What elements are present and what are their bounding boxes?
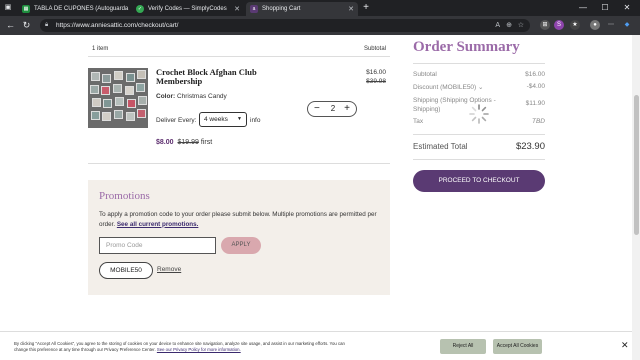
url-text: https://www.anniesattic.com/checkout/car…: [56, 22, 179, 29]
tab-shopping-cart[interactable]: a Shopping Cart ✕: [246, 2, 358, 16]
decrease-quantity-button[interactable]: −: [314, 102, 320, 116]
close-icon[interactable]: ✕: [230, 5, 240, 13]
product-price: $8.00 $19.99 first: [156, 139, 212, 146]
price-now: $8.00: [156, 139, 174, 146]
product-color: Color: Christmas Candy: [156, 93, 227, 100]
cart-header: 1 item Subtotal: [88, 43, 390, 57]
extension-icon[interactable]: ⊞: [540, 20, 550, 30]
product-image[interactable]: [88, 68, 148, 128]
scrollbar-thumb[interactable]: [633, 95, 639, 235]
close-icon[interactable]: ✕: [621, 340, 629, 351]
all-promotions-link[interactable]: See all current promotions.: [117, 221, 199, 228]
copilot-icon[interactable]: ◆: [622, 20, 632, 30]
summary-shipping-value: $11.90: [525, 100, 545, 107]
price-was: $19.99: [177, 139, 199, 146]
privacy-policy-link[interactable]: See our Privacy Policy for more informat…: [157, 347, 241, 352]
minimize-icon[interactable]: —: [573, 2, 593, 14]
estimated-total-label: Estimated Total: [413, 142, 468, 151]
promotions-panel: Promotions To apply a promotion code to …: [88, 180, 390, 295]
order-summary-title: Order Summary: [413, 39, 520, 55]
back-icon[interactable]: ←: [4, 19, 17, 32]
summary-discount-row: Discount (MOBILE50) ⌄ -$4.00: [413, 83, 545, 91]
simplycodes-icon[interactable]: S: [554, 20, 564, 30]
quantity-value[interactable]: 2: [328, 102, 338, 116]
summary-shipping-label: Shipping (Shipping Options - Shipping): [413, 97, 496, 113]
sheets-icon: ▦: [22, 5, 30, 13]
price-suffix: first: [200, 139, 213, 146]
summary-subtotal-row: Subtotal $16.00: [413, 71, 545, 78]
tab-verify-codes[interactable]: ✓ Verify Codes — SimplyCodes ✕: [132, 2, 244, 16]
caret-down-icon: ▼: [237, 116, 242, 122]
promotions-text: To apply a promotion code to your order …: [99, 210, 379, 229]
tab-title: Shopping Cart: [262, 6, 301, 12]
promo-code-input[interactable]: Promo Code: [99, 237, 216, 254]
increase-quantity-button[interactable]: +: [344, 102, 350, 116]
window-close-icon[interactable]: ✕: [617, 2, 637, 14]
line-subtotal: $16.00 $39.98: [350, 68, 386, 86]
zoom-icon[interactable]: ⊕: [506, 19, 512, 32]
deliver-frequency-value: 4 weeks: [204, 116, 228, 123]
tab-title: TABLA DE CUPONES (Autoguarda: [34, 6, 129, 12]
cookie-text: By clicking "Accept All Cookies", you ag…: [14, 341, 354, 353]
read-aloud-icon[interactable]: A: [495, 19, 500, 32]
favorite-icon[interactable]: ☆: [518, 19, 524, 32]
item-count: 1 item: [92, 46, 109, 52]
divider: [413, 134, 545, 135]
tab-bar: ▣ ▦ TABLA DE CUPONES (Autoguarda ✕ ✓ Ver…: [0, 0, 640, 16]
estimated-total-value: $23.90: [515, 141, 545, 152]
cart-page: 1 item Subtotal Crochet Block Afghan Clu…: [0, 35, 632, 360]
divider: [88, 163, 390, 164]
summary-subtotal-label: Subtotal: [413, 71, 437, 78]
divider: [413, 159, 545, 160]
summary-tax-label: Tax: [413, 118, 424, 125]
maximize-icon[interactable]: ☐: [595, 2, 615, 14]
accept-all-cookies-button[interactable]: Accept All Cookies: [493, 339, 542, 354]
deliver-every-label: Deliver Every:: [156, 117, 197, 124]
summary-tax-value: TBD: [532, 118, 545, 125]
info-link[interactable]: info: [250, 117, 260, 124]
estimated-total-row: Estimated Total $23.90: [413, 141, 545, 152]
color-value: Christmas Candy: [176, 93, 227, 100]
lock-icon: 🔒︎: [45, 22, 49, 28]
new-tab-icon[interactable]: +: [360, 2, 372, 14]
deliver-frequency-select[interactable]: 4 weeks ▼: [199, 112, 247, 127]
page-scrollbar[interactable]: [632, 35, 640, 360]
apply-button[interactable]: APPLY: [221, 237, 261, 254]
annies-icon: a: [250, 5, 258, 13]
close-icon[interactable]: ✕: [128, 5, 130, 13]
cookie-banner: By clicking "Accept All Cookies", you ag…: [0, 331, 632, 360]
product-title[interactable]: Crochet Block Afghan Club Membership: [156, 68, 296, 86]
remove-promo-link[interactable]: Remove: [157, 266, 181, 273]
applied-promo-code: MOBILE50: [99, 262, 153, 279]
color-label: Color:: [156, 93, 176, 100]
promotions-title: Promotions: [99, 190, 150, 202]
tab-title: Verify Codes — SimplyCodes: [148, 6, 227, 12]
summary-discount-label: Discount (MOBILE50): [413, 84, 477, 91]
proceed-to-checkout-button[interactable]: PROCEED TO CHECKOUT: [413, 170, 545, 192]
profile-icon[interactable]: ●: [590, 20, 600, 30]
refresh-icon[interactable]: ↻: [20, 19, 33, 32]
more-icon[interactable]: ⋯: [606, 20, 616, 30]
chevron-down-icon[interactable]: ⌄: [478, 84, 483, 91]
line-subtotal-value: $16.00: [366, 69, 386, 76]
line-subtotal-was: $39.98: [366, 78, 386, 85]
reject-all-button[interactable]: Reject All: [440, 339, 486, 354]
tab-cupones[interactable]: ▦ TABLA DE CUPONES (Autoguarda ✕: [18, 2, 130, 16]
divider: [413, 63, 545, 64]
close-icon[interactable]: ✕: [344, 5, 354, 13]
summary-subtotal-value: $16.00: [525, 71, 545, 78]
quantity-stepper: − 2 +: [307, 101, 357, 117]
summary-discount-value: -$4.00: [526, 83, 545, 90]
browser-toolbar: ← ↻ 🔒︎ https://www.anniesattic.com/check…: [0, 16, 640, 35]
check-icon: ✓: [136, 5, 144, 13]
tab-actions-icon[interactable]: ▣: [2, 2, 14, 14]
address-bar[interactable]: 🔒︎ https://www.anniesattic.com/checkout/…: [40, 19, 530, 32]
subtotal-header: Subtotal: [363, 46, 386, 52]
loading-spinner-icon: [469, 104, 489, 124]
favorites-icon[interactable]: ★: [570, 20, 580, 30]
